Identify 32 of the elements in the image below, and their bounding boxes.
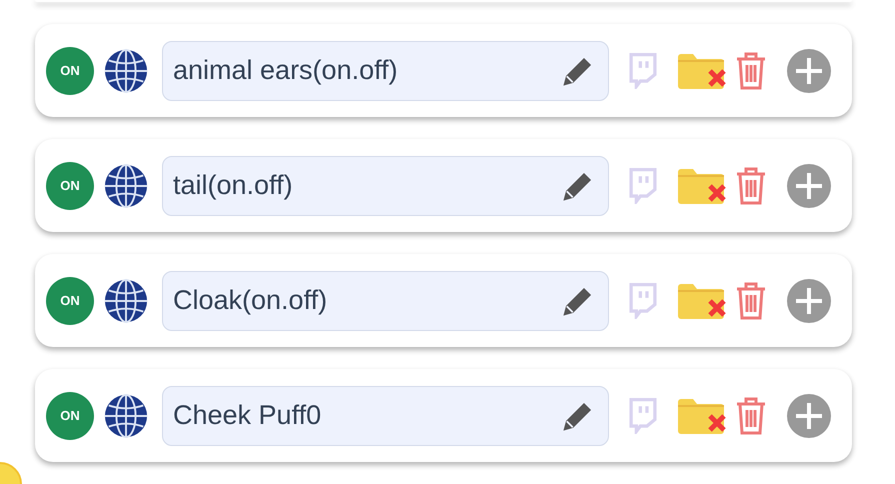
trash-icon[interactable] xyxy=(735,280,767,320)
trash-icon[interactable] xyxy=(735,396,767,436)
chat-bubble-icon[interactable] xyxy=(627,397,659,434)
toggle-button[interactable]: ON xyxy=(46,392,94,440)
name-field[interactable]: Cloak(on.off) xyxy=(162,270,609,330)
name-field[interactable]: Cheek Puff0 xyxy=(162,386,609,446)
chat-bubble-icon[interactable] xyxy=(627,52,659,89)
field-value: tail(on.off) xyxy=(173,169,294,202)
field-value: Cloak(on.off) xyxy=(173,284,328,318)
name-field[interactable]: tail(on.off) xyxy=(162,156,609,216)
folder-delete-icon[interactable] xyxy=(677,52,729,88)
trash-icon[interactable] xyxy=(735,166,767,206)
trash-icon[interactable] xyxy=(735,50,767,90)
toggle-button[interactable]: ON xyxy=(46,46,94,94)
field-value: animal ears(on.off) xyxy=(173,54,399,88)
plus-icon[interactable] xyxy=(787,164,831,208)
plus-icon[interactable] xyxy=(787,48,831,92)
field-value: Cheek Puff0 xyxy=(173,399,322,432)
toggle-button[interactable]: ON xyxy=(46,162,94,210)
plus-icon[interactable] xyxy=(787,278,831,322)
toggle-button[interactable]: ON xyxy=(46,276,94,324)
folder-delete-icon[interactable] xyxy=(677,168,729,204)
folder-delete-icon[interactable] xyxy=(677,282,729,318)
globe-icon[interactable] xyxy=(103,278,149,324)
globe-icon[interactable] xyxy=(103,392,149,438)
name-field[interactable]: animal ears(on.off) xyxy=(162,40,609,100)
globe-icon[interactable] xyxy=(103,162,149,208)
plus-icon[interactable] xyxy=(787,394,831,438)
folder-delete-icon[interactable] xyxy=(677,398,729,434)
globe-icon[interactable] xyxy=(103,48,149,94)
chat-bubble-icon[interactable] xyxy=(627,167,659,204)
chat-bubble-icon[interactable] xyxy=(627,282,659,319)
